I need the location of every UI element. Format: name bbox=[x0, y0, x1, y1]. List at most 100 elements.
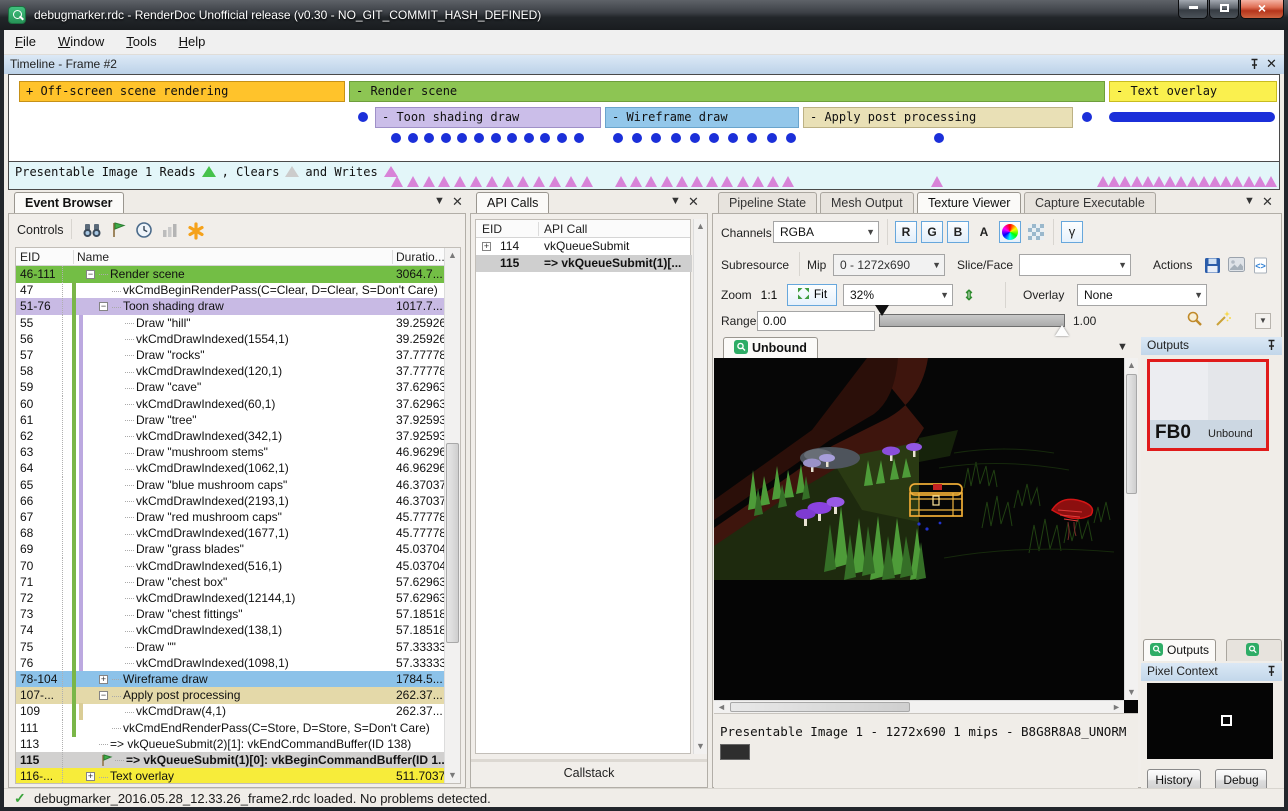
tab-inputs[interactable]: Inputs bbox=[1226, 639, 1282, 661]
timeline-panel-header[interactable]: Timeline - Frame #2 ✕ bbox=[4, 55, 1284, 74]
table-row[interactable]: 64vkCmdDrawIndexed(1062,1)46.96296 bbox=[16, 460, 444, 477]
shader-code-icon[interactable]: <> bbox=[1249, 254, 1271, 276]
write-marker-triangle[interactable] bbox=[691, 176, 703, 187]
write-marker-triangle[interactable] bbox=[782, 176, 794, 187]
table-row[interactable]: 66vkCmdDrawIndexed(2193,1)46.37037 bbox=[16, 493, 444, 510]
table-row[interactable]: 55Draw "hill"39.25926 bbox=[16, 315, 444, 332]
write-marker-triangle[interactable] bbox=[517, 176, 529, 187]
time-icon[interactable] bbox=[133, 219, 155, 241]
timeline-bar[interactable]: - Wireframe draw bbox=[605, 107, 799, 128]
draw-event-dot[interactable] bbox=[934, 133, 944, 143]
draw-event-dot[interactable] bbox=[690, 133, 700, 143]
fit-button[interactable]: Fit bbox=[787, 284, 837, 306]
write-marker-triangle[interactable] bbox=[581, 176, 593, 187]
write-marker-triangle[interactable] bbox=[1265, 176, 1277, 187]
write-marker-triangle[interactable] bbox=[1164, 176, 1176, 187]
write-marker-triangle[interactable] bbox=[1108, 176, 1120, 187]
table-row[interactable]: 57Draw "rocks"37.77778 bbox=[16, 347, 444, 364]
write-marker-triangle[interactable] bbox=[1198, 176, 1210, 187]
write-marker-triangle[interactable] bbox=[1231, 176, 1243, 187]
timeline-bar[interactable]: + Off-screen scene rendering bbox=[19, 81, 345, 102]
texture-horizontal-scrollbar[interactable]: ◄ ► bbox=[714, 700, 1124, 713]
write-marker-triangle[interactable] bbox=[1243, 176, 1255, 187]
pin-icon[interactable] bbox=[1267, 665, 1276, 680]
zoom-1to1-button[interactable]: 1:1 bbox=[755, 284, 783, 306]
maximize-button[interactable] bbox=[1209, 0, 1239, 19]
texture-viewport[interactable]: ▲▼ ◄ ► bbox=[714, 358, 1138, 713]
draw-event-dot[interactable] bbox=[1082, 112, 1092, 122]
tab-mesh-output[interactable]: Mesh Output bbox=[820, 192, 914, 213]
channel-b-button[interactable]: B bbox=[947, 221, 969, 243]
menu-help[interactable]: Help bbox=[168, 30, 217, 53]
column-name[interactable]: Name bbox=[77, 250, 109, 264]
table-row[interactable]: 116-...+Text overlay511.7037 bbox=[16, 768, 444, 783]
tab-texture-viewer[interactable]: Texture Viewer bbox=[917, 192, 1021, 213]
write-marker-triangle[interactable] bbox=[1142, 176, 1154, 187]
table-row[interactable]: 67Draw "red mushroom caps"45.77778 bbox=[16, 509, 444, 526]
table-row[interactable]: 109vkCmdDraw(4,1)262.37... bbox=[16, 703, 444, 720]
write-marker-triangle[interactable] bbox=[533, 176, 545, 187]
draw-event-dot[interactable] bbox=[524, 133, 534, 143]
table-row[interactable]: 60vkCmdDrawIndexed(60,1)37.62963 bbox=[16, 396, 444, 413]
statistics-icon[interactable] bbox=[159, 219, 181, 241]
table-row[interactable]: 113=> vkQueueSubmit(2)[1]: vkEndCommandB… bbox=[16, 736, 444, 753]
expand-icon[interactable]: + bbox=[86, 772, 95, 781]
api-table-header[interactable]: EID API Call bbox=[476, 220, 690, 238]
channels-dropdown[interactable]: RGBA▼ bbox=[773, 221, 879, 243]
write-marker-triangle[interactable] bbox=[423, 176, 435, 187]
channel-a-button[interactable]: A bbox=[973, 221, 995, 243]
range-max-value[interactable]: 1.00 bbox=[1073, 314, 1096, 328]
write-marker-triangle[interactable] bbox=[752, 176, 764, 187]
table-row[interactable]: 63Draw "mushroom stems"46.96296 bbox=[16, 444, 444, 461]
api-calls-scrollbar[interactable]: ▲ ▼ bbox=[693, 219, 707, 754]
write-marker-triangle[interactable] bbox=[767, 176, 779, 187]
draw-event-dot[interactable] bbox=[457, 133, 467, 143]
tab-pipeline-state[interactable]: Pipeline State bbox=[718, 192, 817, 213]
bookmark-flag-icon[interactable] bbox=[107, 219, 129, 241]
zoom-percent-dropdown[interactable]: 32%▼ bbox=[843, 284, 953, 306]
write-marker-triangle[interactable] bbox=[1209, 176, 1221, 187]
range-black-handle[interactable] bbox=[875, 305, 889, 316]
table-row[interactable]: 69Draw "grass blades"45.03704 bbox=[16, 541, 444, 558]
close-icon[interactable]: ✕ bbox=[1262, 194, 1273, 210]
write-marker-triangle[interactable] bbox=[1097, 176, 1109, 187]
table-row[interactable]: 70vkCmdDrawIndexed(516,1)45.03704 bbox=[16, 558, 444, 575]
write-marker-triangle[interactable] bbox=[438, 176, 450, 187]
timeline-bar[interactable]: - Apply post processing bbox=[803, 107, 1073, 128]
write-marker-triangle[interactable] bbox=[1131, 176, 1143, 187]
draw-event-dot[interactable] bbox=[728, 133, 738, 143]
draw-event-dot[interactable] bbox=[441, 133, 451, 143]
table-row[interactable]: 76vkCmdDrawIndexed(1098,1)57.33333 bbox=[16, 655, 444, 672]
table-row[interactable]: 51-76−Toon shading draw1017.7... bbox=[16, 298, 444, 315]
slice-face-dropdown[interactable]: ▼ bbox=[1019, 254, 1131, 276]
pin-icon[interactable] bbox=[1267, 339, 1276, 354]
write-marker-triangle[interactable] bbox=[645, 176, 657, 187]
table-row[interactable]: 62vkCmdDrawIndexed(342,1)37.92593 bbox=[16, 428, 444, 445]
timeline-body[interactable]: Presentable Image 1 Reads, Clearsand Wri… bbox=[8, 74, 1280, 190]
column-api-call[interactable]: API Call bbox=[544, 222, 587, 236]
zoom-range-icon[interactable] bbox=[1183, 309, 1207, 333]
draw-event-dot[interactable] bbox=[408, 133, 418, 143]
write-marker-triangle[interactable] bbox=[1175, 176, 1187, 187]
close-icon[interactable]: ✕ bbox=[1266, 56, 1277, 72]
expand-icon[interactable]: + bbox=[482, 242, 491, 251]
table-row[interactable]: 59Draw "cave"37.62963 bbox=[16, 379, 444, 396]
draw-event-dot[interactable] bbox=[358, 112, 368, 122]
collapse-icon[interactable]: − bbox=[86, 270, 95, 279]
write-marker-triangle[interactable] bbox=[565, 176, 577, 187]
close-button[interactable]: × bbox=[1240, 0, 1284, 19]
table-row[interactable]: 46-111−Render scene3064.7... bbox=[16, 266, 444, 283]
expand-icon[interactable]: + bbox=[99, 675, 108, 684]
minimize-button[interactable] bbox=[1178, 0, 1208, 19]
column-eid[interactable]: EID bbox=[482, 222, 502, 236]
draw-event-dot[interactable] bbox=[557, 133, 567, 143]
draw-event-dot[interactable] bbox=[767, 133, 777, 143]
channel-g-button[interactable]: G bbox=[921, 221, 943, 243]
range-slider[interactable] bbox=[879, 314, 1065, 327]
overlay-dropdown[interactable]: None▼ bbox=[1077, 284, 1207, 306]
table-row[interactable]: 115=> vkQueueSubmit(1)[... bbox=[476, 255, 692, 272]
fb0-thumbnail[interactable]: FB0 Unbound bbox=[1147, 359, 1269, 451]
text-overlay-events-bar[interactable] bbox=[1109, 112, 1275, 122]
draw-event-dot[interactable] bbox=[651, 133, 661, 143]
find-icon[interactable] bbox=[81, 219, 103, 241]
